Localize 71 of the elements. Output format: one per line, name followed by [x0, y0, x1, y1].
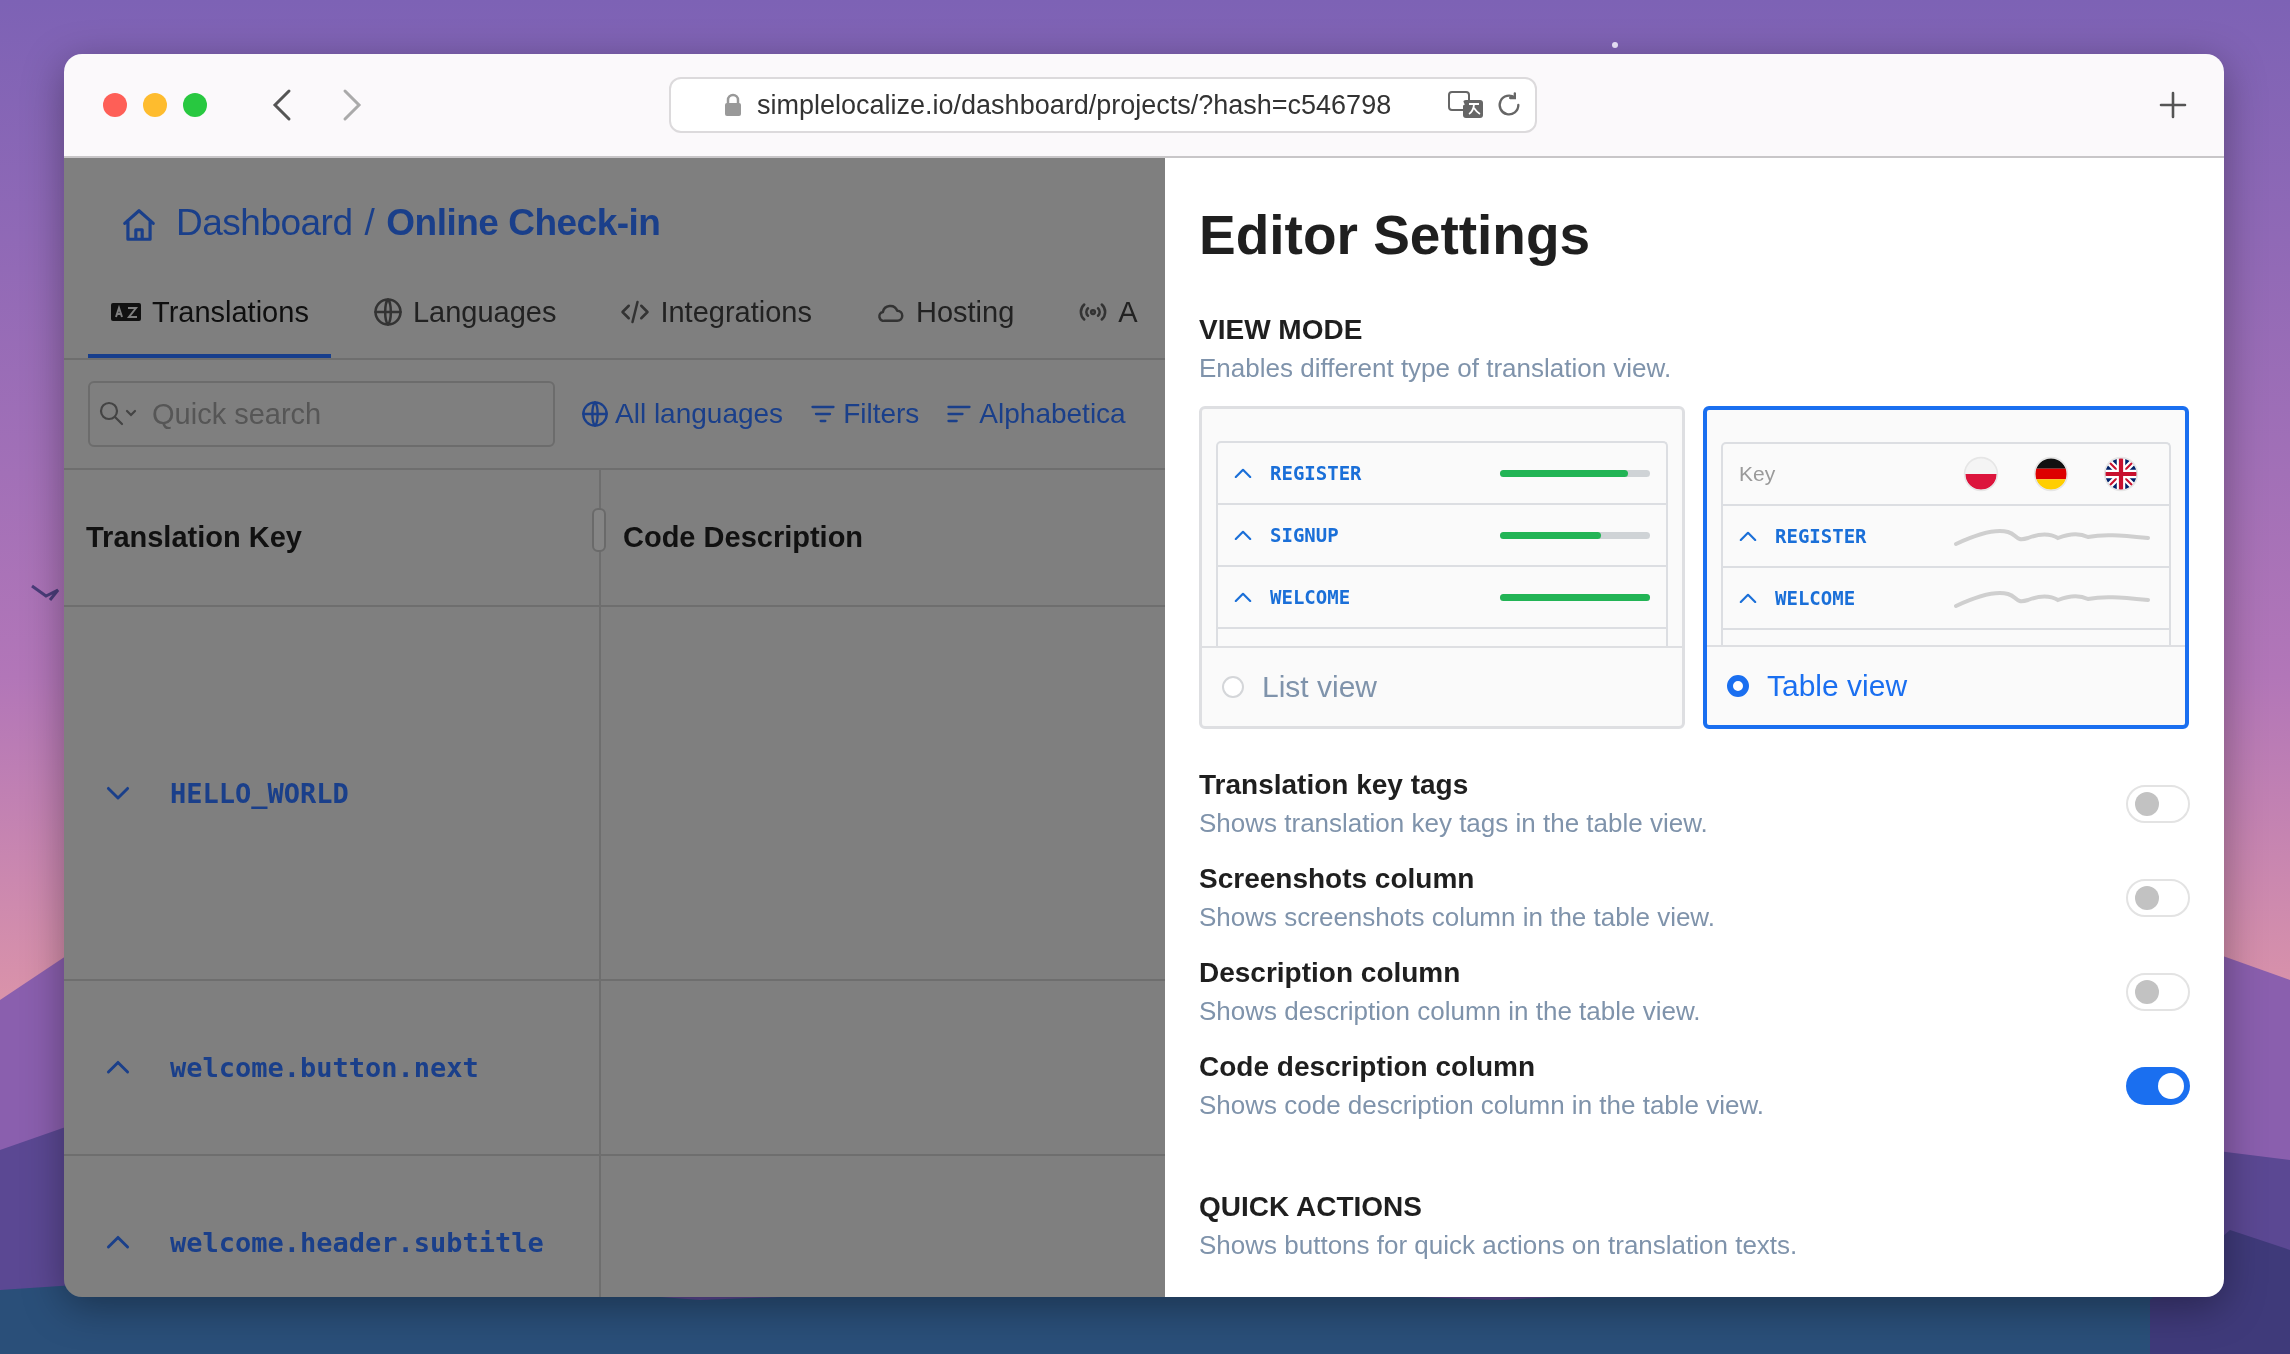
nav-tab[interactable]: Translations — [88, 270, 331, 358]
setting-title: Code description column — [1199, 1050, 1537, 1084]
address-bar[interactable]: simplelocalize.io/dashboard/projects/?hash=c546798 — [669, 77, 1537, 133]
zoom-button[interactable] — [183, 93, 207, 117]
section-heading: VIEW MODE — [1199, 313, 1364, 347]
column-header: Code Description — [623, 521, 864, 554]
flag-icon — [1963, 456, 1999, 492]
setting-description: Shows description column in the table view. — [1199, 995, 1701, 1028]
back-button[interactable] — [271, 88, 293, 122]
column-header: Key — [1739, 462, 1777, 486]
key-label: WELCOME — [1775, 587, 1857, 609]
close-button[interactable] — [103, 93, 127, 117]
url-text: simplelocalize.io/dashboard/projects/?hash=c546798 — [757, 89, 1393, 121]
flag-icon — [2033, 456, 2069, 492]
home-icon[interactable] — [120, 206, 158, 244]
column-header: Translation Key — [86, 521, 302, 554]
setting-description: Shows code description column in the table view. — [1199, 1089, 1765, 1122]
panel-title: Editor Settings — [1199, 203, 1592, 268]
chevron-up-icon[interactable] — [1234, 467, 1252, 479]
chevron-up-icon[interactable] — [1234, 591, 1252, 603]
translation-key: welcome.button.next — [170, 1052, 479, 1083]
key-label: SIGNUP — [1270, 524, 1340, 546]
search-icon — [98, 400, 138, 428]
setting-title: Screenshots column — [1199, 862, 1476, 896]
toggle-switch[interactable] — [2126, 1067, 2190, 1105]
forward-button[interactable] — [341, 88, 363, 122]
key-label: REGISTER — [1270, 462, 1363, 484]
chevron-up-icon[interactable] — [1234, 529, 1252, 541]
key-label: WELCOME — [1270, 586, 1352, 608]
setting-description: Shows screenshots column in the table view. — [1199, 901, 1715, 934]
toggle-switch[interactable] — [2126, 785, 2190, 823]
option-label: Table view — [1767, 669, 1908, 703]
globe-icon — [372, 297, 403, 327]
chevron-up-icon[interactable] — [1739, 530, 1757, 542]
view-option-card[interactable]: Key REGISTER WELCOME Table view — [1703, 406, 2189, 729]
minimize-button[interactable] — [143, 93, 167, 117]
breadcrumb-link[interactable]: Online Check-in — [386, 202, 661, 244]
toggle-switch[interactable] — [2126, 973, 2190, 1011]
nav-tab[interactable]: Languages — [350, 270, 579, 358]
translation-key: HELLO_WORLD — [170, 777, 349, 809]
chevron-up-icon[interactable] — [106, 1235, 130, 1250]
setting-description: Shows translation key tags in the table view. — [1199, 807, 1708, 840]
nav-tab[interactable]: Hosting — [853, 270, 1037, 358]
filter-button[interactable]: Alphabetica — [945, 398, 1126, 430]
nav-tab[interactable]: A — [1056, 270, 1160, 358]
setting-title: Translation key tags — [1199, 768, 1470, 802]
chevron-up-icon[interactable] — [1739, 592, 1757, 604]
new-tab-button[interactable] — [2158, 90, 2188, 120]
section-description: Enables different type of translation view. — [1199, 352, 1673, 385]
translate-icon — [110, 300, 142, 324]
translate-icon[interactable] — [1447, 90, 1485, 120]
breadcrumb-link[interactable]: / — [364, 202, 375, 244]
translation-key: welcome.header.subtitle — [170, 1227, 544, 1258]
breadcrumb-link[interactable]: Dashboard — [176, 202, 353, 244]
toggle-switch[interactable] — [2126, 879, 2190, 917]
section-heading: QUICK ACTIONS — [1199, 1190, 1423, 1224]
view-option-card[interactable]: REGISTER SIGNUP WELCOME List view — [1199, 406, 1685, 729]
nav-tab[interactable]: Integrations — [598, 270, 834, 358]
flag-icon — [2103, 456, 2139, 492]
resize-handle[interactable] — [592, 508, 606, 552]
lock-icon — [723, 93, 743, 117]
option-label: List view — [1262, 670, 1378, 704]
chevron-down-icon[interactable] — [106, 785, 130, 801]
setting-title: Description column — [1199, 956, 1462, 990]
radio-button[interactable] — [1727, 675, 1749, 697]
section-description: Shows buttons for quick actions on translation texts. — [1199, 1229, 1799, 1262]
filter-button[interactable]: All languages — [581, 398, 784, 430]
filter-button[interactable]: Filters — [809, 398, 920, 430]
globe-icon — [581, 400, 609, 428]
chevron-up-icon[interactable] — [106, 1060, 130, 1075]
key-label: REGISTER — [1775, 525, 1868, 547]
